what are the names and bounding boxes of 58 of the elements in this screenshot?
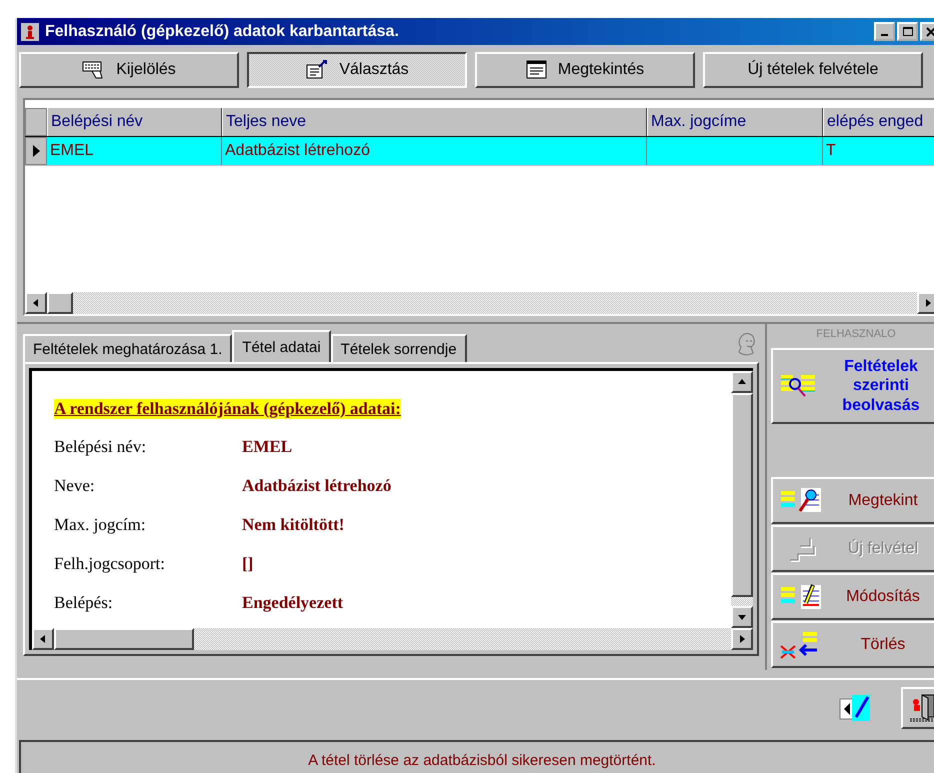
scroll-thumb[interactable] — [54, 628, 194, 650]
table-cell: T — [826, 142, 836, 160]
column-header[interactable]: Teljes neve — [222, 108, 647, 136]
toolbar-button[interactable]: Kijelölés — [19, 52, 239, 88]
column-header[interactable]: Belépési név — [47, 108, 222, 136]
maximize-icon — [902, 26, 912, 36]
minimize-button[interactable] — [874, 22, 895, 41]
exit-door-icon — [908, 693, 934, 723]
field-label: Max. jogcím: — [54, 514, 147, 534]
list-pencil-icon — [779, 582, 823, 610]
up-arrow-icon — [737, 378, 747, 386]
minimize-icon — [881, 34, 888, 36]
window-title: Felhasználó (gépkezelő) adatok karbantartása. — [45, 22, 400, 40]
down-arrow-icon — [737, 613, 747, 621]
checkmark-icon — [838, 693, 872, 723]
field-label: Belépés: — [54, 592, 114, 612]
field-value: EMEL — [242, 436, 292, 456]
close-icon — [926, 26, 934, 36]
right-arrow-icon — [924, 298, 932, 308]
grid-row[interactable]: EMEL Adatbázist létrehozó T — [25, 137, 934, 166]
exit-button[interactable] — [901, 687, 934, 729]
table-cell: Adatbázist létrehozó — [225, 142, 370, 160]
action-button[interactable]: Módosítás — [771, 573, 934, 620]
field-value: [] — [242, 554, 254, 574]
field-label: Belépési név: — [54, 436, 148, 456]
horizontal-scrollbar[interactable] — [29, 628, 753, 650]
field-value: Nem kitöltött! — [242, 514, 344, 534]
toolbar-button[interactable]: Választás — [247, 52, 467, 88]
left-arrow-icon — [39, 634, 47, 644]
scroll-thumb[interactable] — [47, 292, 73, 314]
tab[interactable]: Tételek sorrendje — [330, 334, 467, 362]
maximize-button[interactable] — [897, 22, 918, 41]
action-button[interactable]: Megtekint — [771, 477, 934, 524]
document-icon — [526, 60, 548, 80]
table-cell: EMEL — [50, 142, 94, 160]
right-arrow-icon — [738, 634, 746, 644]
row-pointer-icon — [31, 144, 41, 158]
field-label: Neve: — [54, 476, 96, 496]
field-value: Engedélyezett — [242, 592, 344, 612]
tab[interactable]: Feltételek meghatározása 1. — [23, 334, 232, 362]
left-arrow-icon — [32, 298, 40, 308]
scroll-thumb[interactable] — [731, 393, 753, 597]
action-button[interactable]: Feltételek szerinti beolvasás — [771, 348, 934, 424]
toolbar-button[interactable]: Új tételek felvétele — [703, 52, 923, 88]
toolbar-button[interactable]: Megtekintés — [475, 52, 695, 88]
tab[interactable]: Tétel adatai — [232, 330, 331, 362]
panel-caption: FELHASZNALO — [815, 328, 897, 342]
form-pointer-icon — [305, 60, 330, 80]
section-heading: A rendszer felhasználójának (gépkezelő) adatai: — [54, 399, 401, 419]
column-header[interactable]: elépés enged — [823, 108, 934, 136]
field-label: Felh.jogcsoport: — [54, 554, 166, 574]
status-message: A tétel törlése az adatbázisból sikeresen megtörtént. — [308, 752, 656, 769]
column-header[interactable]: Max. jogcíme — [647, 108, 823, 136]
vertical-scrollbar[interactable] — [731, 368, 753, 628]
list-magnifier-icon — [779, 486, 823, 514]
action-button[interactable]: Törlés — [771, 621, 934, 668]
scroll-track[interactable] — [731, 597, 753, 606]
field-value: Adatbázist létrehozó — [242, 476, 392, 496]
